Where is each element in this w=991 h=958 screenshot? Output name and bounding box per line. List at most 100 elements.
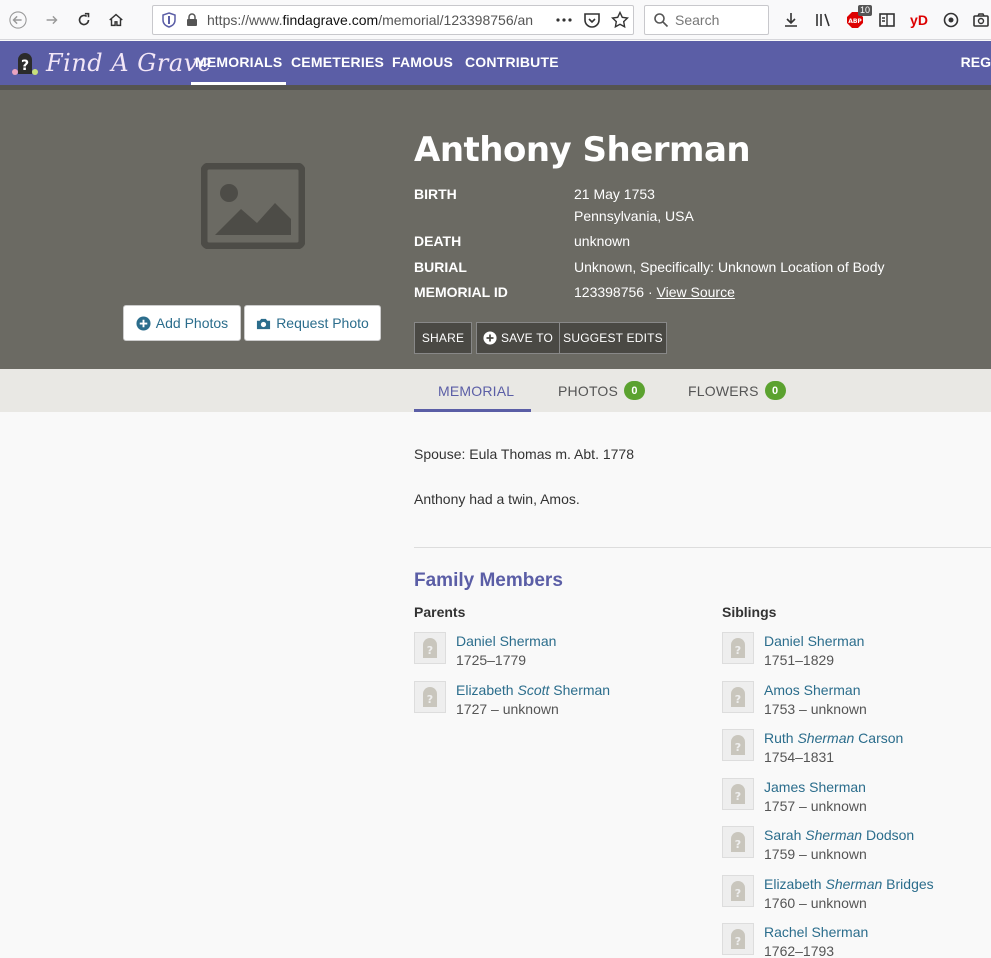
- nav-cemeteries[interactable]: CEMETERIES: [291, 54, 384, 70]
- pocket-icon[interactable]: [583, 11, 601, 29]
- member-thumbnail[interactable]: ?: [722, 729, 754, 761]
- member-maiden-name: Sherman: [797, 730, 855, 746]
- url-path: /memorial/123398756/an: [378, 12, 534, 28]
- member-given-name: James Sherman: [764, 778, 866, 795]
- member-name-link[interactable]: Daniel Sherman: [764, 632, 864, 651]
- member-thumbnail[interactable]: ?: [722, 680, 754, 713]
- adblock-button[interactable]: ABP 10: [844, 5, 872, 31]
- member-text: Daniel Sherman 1751–1829: [764, 632, 864, 670]
- member-maiden-name: Sherman: [805, 827, 863, 843]
- family-member[interactable]: ? Elizabeth Scott Sherman 1727 – unknown: [414, 681, 610, 719]
- plus-circle-icon: [483, 331, 497, 345]
- more-actions-icon[interactable]: [555, 11, 573, 29]
- member-name-link[interactable]: Daniel Sherman: [456, 632, 556, 651]
- nav-memorials[interactable]: MEMORIALS: [190, 54, 287, 85]
- member-text: Daniel Sherman 1725–1779: [456, 632, 556, 670]
- member-given-name: Sarah: [764, 827, 806, 843]
- sync-icon: [943, 12, 959, 28]
- suggest-edits-button[interactable]: SUGGEST EDITS: [559, 322, 667, 354]
- sync-button[interactable]: [940, 9, 962, 31]
- request-photo-label: Request Photo: [276, 315, 369, 331]
- family-member[interactable]: ? Daniel Sherman 1751–1829: [722, 632, 864, 670]
- url-prefix: https://www.: [207, 12, 283, 28]
- member-name-link[interactable]: Ruth Sherman Carson: [764, 729, 903, 748]
- tab-memorial[interactable]: MEMORIAL: [438, 383, 514, 399]
- tab-flowers[interactable]: FLOWERS 0: [688, 381, 786, 400]
- memorial-id-value: 123398756 · View Source: [574, 284, 735, 300]
- unknown-person-icon: ?: [731, 832, 745, 852]
- member-name-link[interactable]: Rachel Sherman: [764, 923, 868, 942]
- yandex-button[interactable]: yD: [908, 9, 930, 31]
- family-member[interactable]: ? Amos Sherman 1753 – unknown: [722, 680, 867, 719]
- birth-date: 21 May 1753: [574, 186, 655, 202]
- download-button[interactable]: [780, 9, 802, 31]
- member-thumbnail[interactable]: ?: [722, 777, 754, 810]
- member-text: James Sherman 1757 – unknown: [764, 778, 867, 816]
- member-text: Amos Sherman 1753 – unknown: [764, 681, 867, 719]
- view-source-link[interactable]: View Source: [657, 284, 735, 300]
- tab-memorial-label: MEMORIAL: [438, 383, 515, 399]
- member-thumbnail[interactable]: ?: [722, 923, 754, 955]
- reader-view-button[interactable]: [876, 9, 898, 31]
- nav-contribute[interactable]: CONTRIBUTE: [465, 54, 559, 70]
- member-name-link[interactable]: Elizabeth Sherman Bridges: [764, 875, 934, 894]
- member-dates: 1753 – unknown: [764, 700, 867, 717]
- unknown-person-icon: ?: [731, 686, 745, 707]
- member-thumbnail[interactable]: ?: [414, 632, 446, 664]
- member-thumbnail[interactable]: ?: [722, 826, 754, 858]
- birth-label: BIRTH: [414, 186, 457, 202]
- member-surname: Dodson: [862, 827, 915, 843]
- member-text: Rachel Sherman 1762–1793: [764, 923, 868, 958]
- bio-twin-line: Anthony had a twin, Amos.: [414, 491, 580, 507]
- reload-icon: [78, 12, 90, 26]
- svg-text:?: ?: [735, 741, 741, 754]
- family-member[interactable]: ? James Sherman 1757 – unknown: [722, 777, 867, 816]
- member-surname: Bridges: [882, 875, 934, 892]
- request-photo-button[interactable]: Request Photo: [244, 305, 381, 341]
- logo-text: Find A Grave: [46, 49, 213, 77]
- member-name-link[interactable]: Elizabeth Scott Sherman: [456, 681, 610, 700]
- svg-text:?: ?: [427, 693, 433, 706]
- library-button[interactable]: [812, 9, 834, 31]
- nav-register[interactable]: REG: [961, 54, 991, 70]
- death-label: DEATH: [414, 233, 462, 249]
- suggest-edits-label: SUGGEST EDITS: [563, 331, 663, 345]
- family-member[interactable]: ? Elizabeth Sherman Bridges 1760 – unknown: [722, 874, 934, 913]
- add-photos-button[interactable]: Add Photos: [123, 305, 241, 341]
- reader-view-icon: [879, 13, 895, 27]
- burial-value: Unknown, Specifically: Unknown Location …: [574, 259, 885, 275]
- search-icon: [654, 13, 669, 28]
- member-text: Elizabeth Scott Sherman 1727 – unknown: [456, 681, 610, 719]
- plus-circle-icon: [136, 315, 151, 331]
- member-text: Sarah Sherman Dodson 1759 – unknown: [764, 826, 914, 864]
- member-given-name: Daniel Sherman: [456, 633, 557, 649]
- reload-button[interactable]: [70, 6, 98, 34]
- share-button[interactable]: SHARE: [414, 322, 472, 354]
- member-name-link[interactable]: Sarah Sherman Dodson: [764, 826, 914, 845]
- member-name-link[interactable]: Amos Sherman: [764, 681, 867, 700]
- family-member[interactable]: ? Sarah Sherman Dodson 1759 – unknown: [722, 826, 914, 864]
- family-member[interactable]: ? Daniel Sherman 1725–1779: [414, 632, 556, 670]
- back-button[interactable]: [4, 6, 32, 34]
- member-thumbnail[interactable]: ?: [722, 874, 754, 907]
- member-dates: 1762–1793: [764, 943, 835, 958]
- member-name-link[interactable]: James Sherman: [764, 778, 867, 797]
- home-button[interactable]: [102, 6, 130, 34]
- nav-famous[interactable]: FAMOUS: [392, 54, 453, 70]
- bookmark-star-icon[interactable]: [611, 11, 629, 29]
- screenshot-button[interactable]: [970, 9, 991, 31]
- save-to-button[interactable]: SAVE TO: [476, 322, 560, 354]
- member-thumbnail[interactable]: ?: [722, 632, 754, 664]
- find-a-grave-logo[interactable]: ? Find A Grave: [10, 47, 212, 79]
- forward-button[interactable]: [38, 6, 66, 34]
- member-thumbnail[interactable]: ?: [414, 681, 446, 713]
- tab-photos[interactable]: PHOTOS 0: [558, 381, 646, 400]
- url-bar[interactable]: https://www.findagrave.com/memorial/1233…: [152, 5, 634, 35]
- siblings-title: Siblings: [722, 604, 777, 620]
- forward-arrow-icon: [46, 15, 58, 25]
- svg-text:?: ?: [21, 58, 29, 74]
- family-member[interactable]: ? Rachel Sherman 1762–1793: [722, 923, 868, 958]
- family-member[interactable]: ? Ruth Sherman Carson 1754–1831: [722, 729, 903, 767]
- unknown-person-icon: ?: [731, 880, 745, 901]
- browser-search-input[interactable]: Search: [644, 5, 769, 35]
